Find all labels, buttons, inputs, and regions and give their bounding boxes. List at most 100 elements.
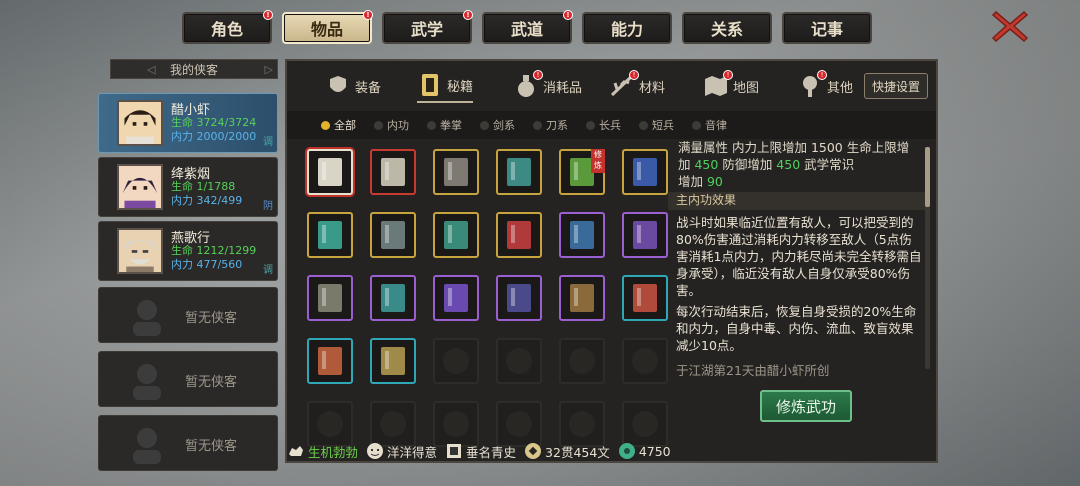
empty-hero-slot[interactable]: 暂无侠客 [98, 287, 278, 343]
left-arrow-icon[interactable]: ◁ [147, 63, 155, 76]
empty-item-slot[interactable] [622, 338, 668, 384]
tab-0[interactable]: 角色! [182, 10, 273, 44]
hero-mp: 内力 477/560 [171, 258, 243, 271]
attribute-line: 增加 90 [668, 173, 930, 190]
manual-item-slot[interactable] [307, 338, 353, 384]
book-icon [318, 158, 342, 186]
tab-2[interactable]: 武学! [382, 10, 473, 44]
mood-text: 洋洋得意 [387, 444, 438, 460]
manual-item-slot[interactable] [370, 338, 416, 384]
tab-label: 关系 [710, 20, 743, 39]
notification-dot: ! [533, 70, 543, 80]
filter-bar: 全部 内功 拳掌 剑系 刀系 长兵 短兵 音律 [287, 111, 936, 139]
close-icon[interactable] [990, 8, 1030, 44]
vitality-text: 生机勃勃 [308, 444, 359, 460]
tab-4[interactable]: 能力 [582, 12, 672, 44]
manual-item-slot[interactable] [370, 275, 416, 321]
empty-hero-label: 暂无侠客 [185, 375, 238, 390]
train-skill-button[interactable]: 修炼武功 [760, 390, 852, 422]
empty-hero-label: 暂无侠客 [185, 439, 238, 454]
radio-dot [480, 120, 489, 130]
hero-card-1[interactable]: 醋小虾 生命 3724/3724 内力 2000/2000 调 [98, 93, 278, 153]
book-icon [570, 284, 594, 312]
vitality-status: 生机勃勃 [287, 442, 358, 461]
category-consumables[interactable]: ! 消耗品 [513, 69, 582, 103]
category-equipment[interactable]: 装备 [325, 69, 381, 103]
category-label: 其他 [827, 80, 854, 96]
detail-scroll-thumb[interactable] [925, 147, 930, 207]
quick-settings-button[interactable]: 快捷设置 [864, 73, 928, 99]
manual-item-slot[interactable] [433, 149, 479, 195]
category-maps[interactable]: ! 地图 [703, 69, 759, 103]
manual-item-slot[interactable] [496, 149, 542, 195]
section-header: 主内功效果 [668, 192, 930, 210]
manual-item-slot[interactable] [496, 212, 542, 258]
manual-item-slot[interactable] [559, 275, 605, 321]
attribute-line: 加 450 防御增加 450 武学常识 [668, 156, 930, 173]
category-label: 材料 [639, 80, 666, 96]
manual-item-slot[interactable] [622, 212, 668, 258]
book-icon [444, 221, 468, 249]
tab-5[interactable]: 关系 [682, 12, 772, 44]
manual-item-slot[interactable] [433, 275, 479, 321]
filter-sword[interactable]: 剑系 [480, 117, 515, 133]
tab-1[interactable]: 物品! [282, 10, 373, 44]
category-manuals[interactable]: 秘籍 [417, 69, 474, 103]
hero-card-3[interactable]: 燕歌行 生命 1212/1299 内力 477/560 调 [98, 221, 278, 281]
tab-3[interactable]: 武道! [482, 10, 573, 44]
book-icon [570, 221, 594, 249]
book-icon [318, 347, 342, 375]
hero-mp: 内力 342/499 [171, 194, 243, 207]
hero-card-2[interactable]: 绛紫烟 生命 1/1788 内力 342/499 阴 [98, 157, 278, 217]
right-arrow-icon[interactable]: ▷ [265, 63, 273, 76]
filter-long-weapon[interactable]: 长兵 [586, 117, 621, 133]
attr-value: 90 [706, 174, 723, 189]
book-icon [318, 221, 342, 249]
manual-item-slot[interactable] [307, 212, 353, 258]
my-heroes-header: ◁ 我的侠客 ▷ [110, 59, 278, 79]
muscle-icon [289, 446, 303, 456]
manual-item-slot[interactable] [307, 149, 353, 195]
radio-dot [321, 120, 330, 130]
manual-item-slot[interactable] [370, 149, 416, 195]
attr-text: 增加 [678, 174, 707, 189]
filter-music[interactable]: 音律 [692, 117, 727, 133]
empty-hero-slot[interactable]: 暂无侠客 [98, 415, 278, 471]
filter-all[interactable]: 全部 [321, 117, 356, 133]
category-label: 秘籍 [447, 79, 474, 95]
manual-item-slot[interactable] [559, 212, 605, 258]
filter-internal[interactable]: 内功 [374, 117, 409, 133]
empty-item-slot[interactable] [559, 338, 605, 384]
book-icon [633, 284, 657, 312]
manual-item-slot[interactable]: 修炼 [559, 149, 605, 195]
filter-short-weapon[interactable]: 短兵 [639, 117, 674, 133]
category-other[interactable]: ! 其他 [797, 69, 853, 103]
empty-item-slot[interactable] [496, 338, 542, 384]
book-icon [444, 284, 468, 312]
notification-dot: ! [463, 10, 473, 20]
money-text: 32贯454文 [545, 444, 610, 460]
radio-dot [374, 120, 383, 130]
filter-fist[interactable]: 拳掌 [427, 117, 462, 133]
tab-label: 武学 [410, 20, 443, 39]
manual-item-slot[interactable] [370, 212, 416, 258]
empty-item-slot[interactable] [433, 338, 479, 384]
manual-item-slot[interactable] [433, 212, 479, 258]
manual-item-slot[interactable] [622, 149, 668, 195]
manual-item-slot[interactable] [496, 275, 542, 321]
hero-status-tag: 调 [263, 137, 273, 148]
category-label: 地图 [733, 80, 760, 96]
category-materials[interactable]: ! 材料 [609, 69, 665, 103]
category-label: 消耗品 [543, 80, 583, 96]
tab-6[interactable]: 记事 [782, 12, 872, 44]
empty-hero-slot[interactable]: 暂无侠客 [98, 351, 278, 407]
radio-dot [533, 120, 542, 130]
hero-hp: 生命 1/1788 [171, 180, 236, 193]
filter-blade[interactable]: 刀系 [533, 117, 568, 133]
manual-item-slot[interactable] [622, 275, 668, 321]
hero-mp: 内力 2000/2000 [171, 130, 257, 143]
creator-note: 于江湖第21天由醋小虾所创 [676, 363, 830, 378]
book-icon [633, 221, 657, 249]
manual-item-slot[interactable] [307, 275, 353, 321]
radio-dot [639, 120, 648, 130]
